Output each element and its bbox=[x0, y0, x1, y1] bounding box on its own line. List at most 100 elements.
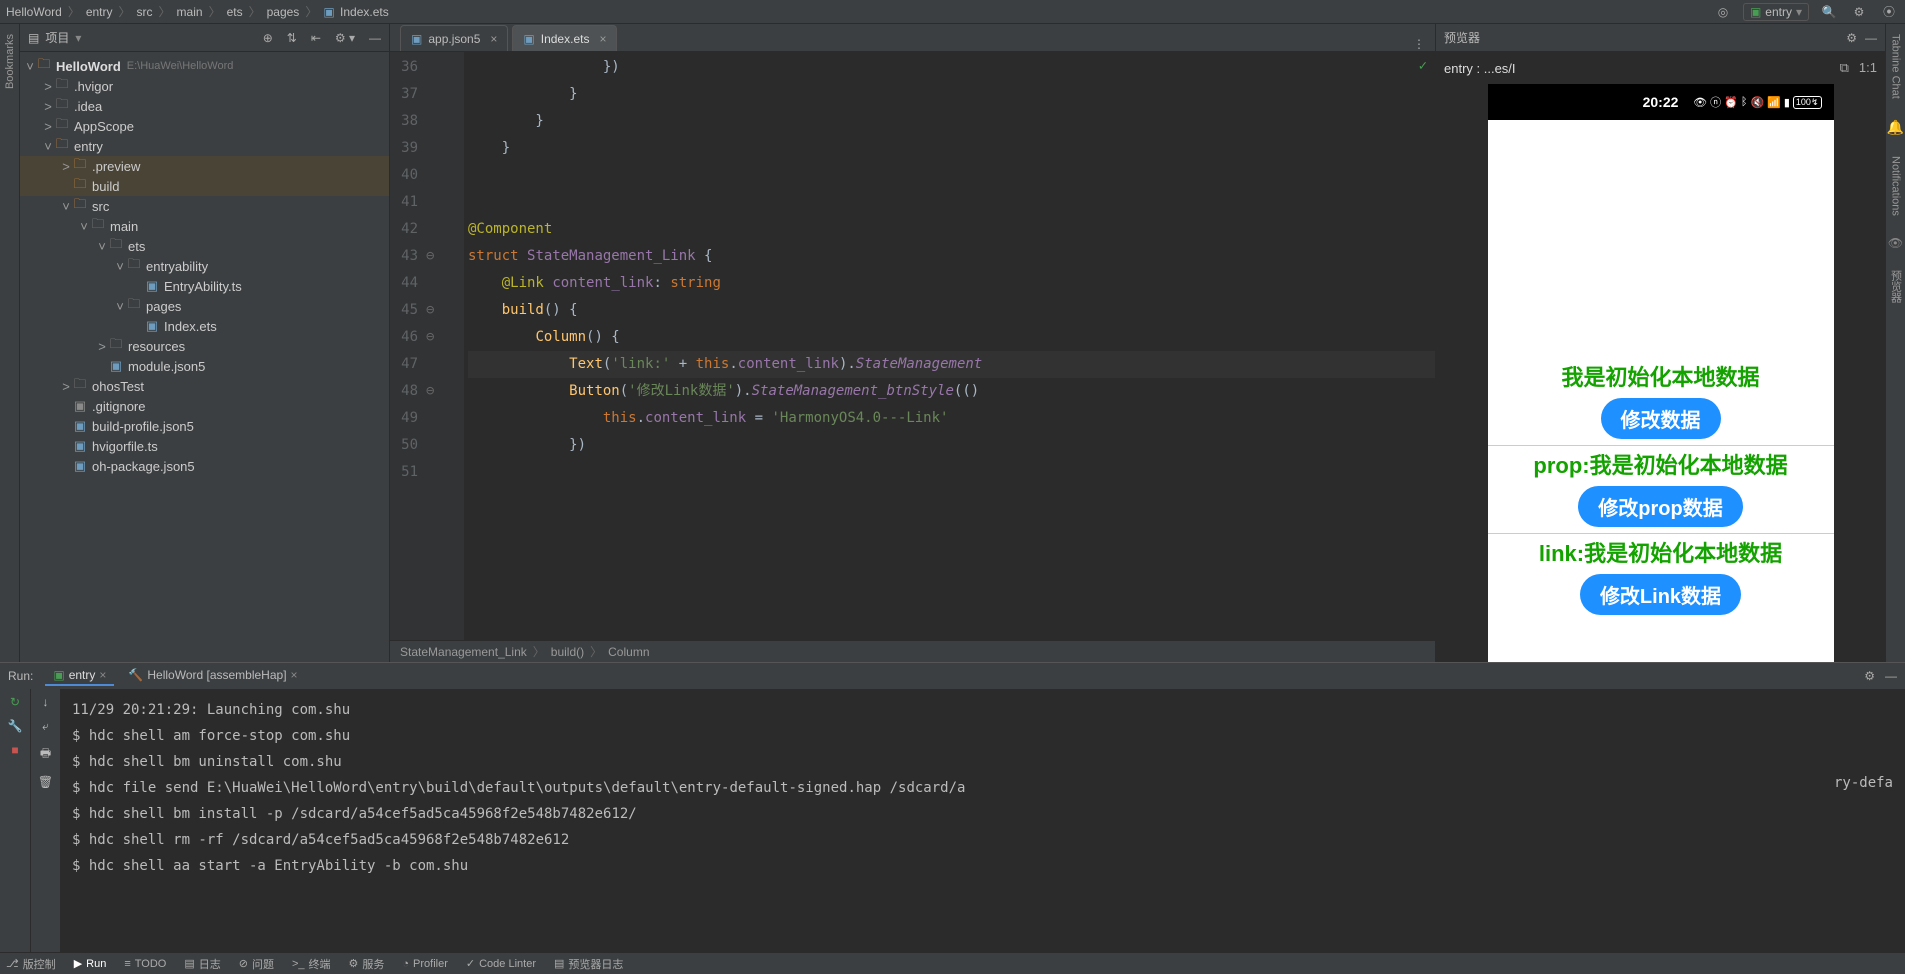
editor-breadcrumb-item[interactable]: build() bbox=[551, 645, 584, 659]
code-line[interactable]: Column() { bbox=[468, 324, 1435, 351]
gear-icon[interactable]: ⚙ bbox=[1849, 5, 1869, 19]
notifications-tab[interactable]: Notifications bbox=[1890, 156, 1902, 216]
breadcrumb-item[interactable]: entry bbox=[86, 5, 113, 19]
gear-icon[interactable]: ⚙ bbox=[1864, 669, 1875, 683]
code-line[interactable] bbox=[468, 189, 1435, 216]
close-icon[interactable]: × bbox=[490, 32, 497, 46]
tree-item-module-json5[interactable]: ▣module.json5 bbox=[20, 356, 389, 376]
preview-button-1[interactable]: 修改数据 bbox=[1601, 398, 1721, 439]
run-config-selector[interactable]: ▣ entry ▾ bbox=[1743, 3, 1809, 21]
hide-icon[interactable]: — bbox=[1885, 669, 1897, 683]
tree-item-src[interactable]: ˅🗀src bbox=[20, 196, 389, 216]
bottom-item-todo[interactable]: ≡TODO bbox=[124, 958, 166, 970]
tree-item-entryability[interactable]: ˅🗀entryability bbox=[20, 256, 389, 276]
console-line[interactable]: $ hdc shell bm uninstall com.shu bbox=[72, 749, 1478, 775]
bottom-item---[interactable]: ⊘问题 bbox=[239, 956, 274, 972]
code-line[interactable]: } bbox=[468, 81, 1435, 108]
tree-item-ohostest[interactable]: ˃🗀ohosTest bbox=[20, 376, 389, 396]
bottom-item------[interactable]: ▤预览器日志 bbox=[554, 956, 623, 972]
tree-item-oh-package-json5[interactable]: ▣oh-package.json5 bbox=[20, 456, 389, 476]
notifications-icon[interactable]: 🔔 bbox=[1887, 119, 1904, 136]
code-line[interactable]: @Link content_link: string bbox=[468, 270, 1435, 297]
breadcrumb-item[interactable]: src bbox=[137, 5, 153, 19]
tree-item--gitignore[interactable]: ▣.gitignore bbox=[20, 396, 389, 416]
tree-item--idea[interactable]: ˃🗀.idea bbox=[20, 96, 389, 116]
tree-item-build-profile-json5[interactable]: ▣build-profile.json5 bbox=[20, 416, 389, 436]
wrap-icon[interactable]: ⤶ bbox=[42, 719, 49, 734]
editor-tab-index-ets[interactable]: ▣Index.ets× bbox=[512, 25, 617, 51]
print-icon[interactable]: 🖶 bbox=[40, 744, 51, 765]
run-console[interactable]: 11/29 20:21:29: Launching com.shu$ hdc s… bbox=[60, 689, 1490, 952]
tree-item-resources[interactable]: ˃🗀resources bbox=[20, 336, 389, 356]
settings-icon[interactable]: ⚙ ▾ bbox=[335, 31, 355, 45]
project-dropdown[interactable]: 项目 bbox=[45, 29, 69, 46]
expand-icon[interactable]: ⇅ bbox=[287, 31, 297, 45]
bottom-item---[interactable]: ⚙服务 bbox=[349, 956, 385, 972]
bottom-item---[interactable]: >_终端 bbox=[292, 956, 331, 972]
bottom-item-profiler[interactable]: ◔Profiler bbox=[402, 958, 448, 970]
tree-item--hvigor[interactable]: ˃🗀.hvigor bbox=[20, 76, 389, 96]
trash-icon[interactable]: 🗑 bbox=[38, 775, 53, 789]
console-line[interactable]: 11/29 20:21:29: Launching com.shu bbox=[72, 697, 1478, 723]
code-line[interactable]: Text('link:' + this.content_link).StateM… bbox=[468, 351, 1435, 378]
code-line[interactable]: Button('修改Link数据').StateManagement_btnSt… bbox=[468, 378, 1435, 405]
tree-item-appscope[interactable]: ˃🗀AppScope bbox=[20, 116, 389, 136]
code-line[interactable]: }) bbox=[468, 54, 1435, 81]
tree-item-entry[interactable]: ˅🗀entry bbox=[20, 136, 389, 156]
tree-item-build[interactable]: 🗀build bbox=[20, 176, 389, 196]
breadcrumb-item[interactable]: HelloWord bbox=[6, 5, 62, 19]
editor-breadcrumb[interactable]: StateManagement_Link〉build()〉Column bbox=[390, 640, 1435, 662]
tree-item-ets[interactable]: ˅🗀ets bbox=[20, 236, 389, 256]
editor-more-icon[interactable]: ⋮ bbox=[1413, 37, 1425, 51]
code-line[interactable]: struct StateManagement_Link { bbox=[468, 243, 1435, 270]
tabnine-chat-tab[interactable]: Tabnine Chat bbox=[1890, 34, 1902, 99]
locate-icon[interactable]: ⊕ bbox=[263, 31, 273, 45]
editor-tab-app-json5[interactable]: ▣app.json5× bbox=[400, 25, 508, 51]
tree-item-hvigorfile-ts[interactable]: ▣hvigorfile.ts bbox=[20, 436, 389, 456]
code-line[interactable]: this.content_link = 'HarmonyOS4.0---Link… bbox=[468, 405, 1435, 432]
hide-icon[interactable]: — bbox=[369, 31, 381, 45]
bottom-item-code-linter[interactable]: ✓Code Linter bbox=[466, 957, 536, 970]
rerun-icon[interactable]: ↻ bbox=[10, 695, 20, 709]
console-line[interactable]: $ hdc shell am force-stop com.shu bbox=[72, 723, 1478, 749]
aspect-label[interactable]: 1:1 bbox=[1859, 60, 1877, 76]
code-line[interactable]: } bbox=[468, 108, 1435, 135]
code-line[interactable]: }) bbox=[468, 432, 1435, 459]
tree-item--preview[interactable]: ˃🗀.preview bbox=[20, 156, 389, 176]
bottom-item-run[interactable]: ▶Run bbox=[74, 957, 107, 970]
stop-icon[interactable]: ■ bbox=[11, 743, 18, 757]
bookmarks-tab[interactable]: Bookmarks bbox=[4, 34, 16, 89]
tree-item-main[interactable]: ˅🗀main bbox=[20, 216, 389, 236]
close-icon[interactable]: × bbox=[291, 668, 298, 682]
code-editor[interactable]: 36373839404142434445464748495051 ⊖⊖⊖⊖ })… bbox=[390, 52, 1435, 640]
editor-breadcrumb-item[interactable]: StateManagement_Link bbox=[400, 645, 527, 659]
run-tab-helloword--assemblehap-[interactable]: 🔨HelloWord [assembleHap]× bbox=[120, 666, 305, 686]
copy-icon[interactable]: ⧉ bbox=[1840, 60, 1849, 76]
preview-button-3[interactable]: 修改Link数据 bbox=[1580, 574, 1741, 615]
breadcrumb-item[interactable]: ▣ Index.ets bbox=[323, 5, 388, 19]
tree-item-pages[interactable]: ˅🗀pages bbox=[20, 296, 389, 316]
search-icon[interactable]: 🔍 bbox=[1819, 5, 1839, 19]
code-line[interactable]: @Component bbox=[468, 216, 1435, 243]
breadcrumb-item[interactable]: pages bbox=[267, 5, 300, 19]
target-icon[interactable]: ◎ bbox=[1713, 5, 1733, 19]
console-line[interactable]: $ hdc shell rm -rf /sdcard/a54cef5ad5ca4… bbox=[72, 827, 1478, 853]
project-tree[interactable]: ˅🗀HelloWordE:\HuaWei\HelloWord˃🗀.hvigor˃… bbox=[20, 52, 389, 662]
more-icon[interactable]: ⦿ bbox=[1879, 3, 1899, 20]
preview-button-2[interactable]: 修改prop数据 bbox=[1578, 486, 1742, 527]
editor-breadcrumb-item[interactable]: Column bbox=[608, 645, 649, 659]
code-line[interactable] bbox=[468, 162, 1435, 189]
console-line[interactable]: $ hdc shell aa start -a EntryAbility -b … bbox=[72, 853, 1478, 879]
tree-item-entryability-ts[interactable]: ▣EntryAbility.ts bbox=[20, 276, 389, 296]
code-line[interactable]: build() { bbox=[468, 297, 1435, 324]
scroll-icon[interactable]: ↓ bbox=[43, 695, 49, 709]
collapse-icon[interactable]: ⇤ bbox=[311, 31, 321, 45]
hide-icon[interactable]: — bbox=[1865, 31, 1877, 45]
close-icon[interactable]: × bbox=[99, 668, 106, 682]
previewer-eye-icon[interactable]: 👁 bbox=[1888, 236, 1903, 250]
close-icon[interactable]: × bbox=[599, 32, 606, 46]
wrench-icon[interactable]: 🔧 bbox=[8, 719, 23, 733]
bottom-item---[interactable]: ▤日志 bbox=[184, 956, 220, 972]
breadcrumb[interactable]: HelloWord〉entry〉src〉main〉ets〉pages〉▣ Ind… bbox=[6, 3, 1713, 20]
previewer-side-tab[interactable]: 预览器 bbox=[1888, 270, 1904, 303]
